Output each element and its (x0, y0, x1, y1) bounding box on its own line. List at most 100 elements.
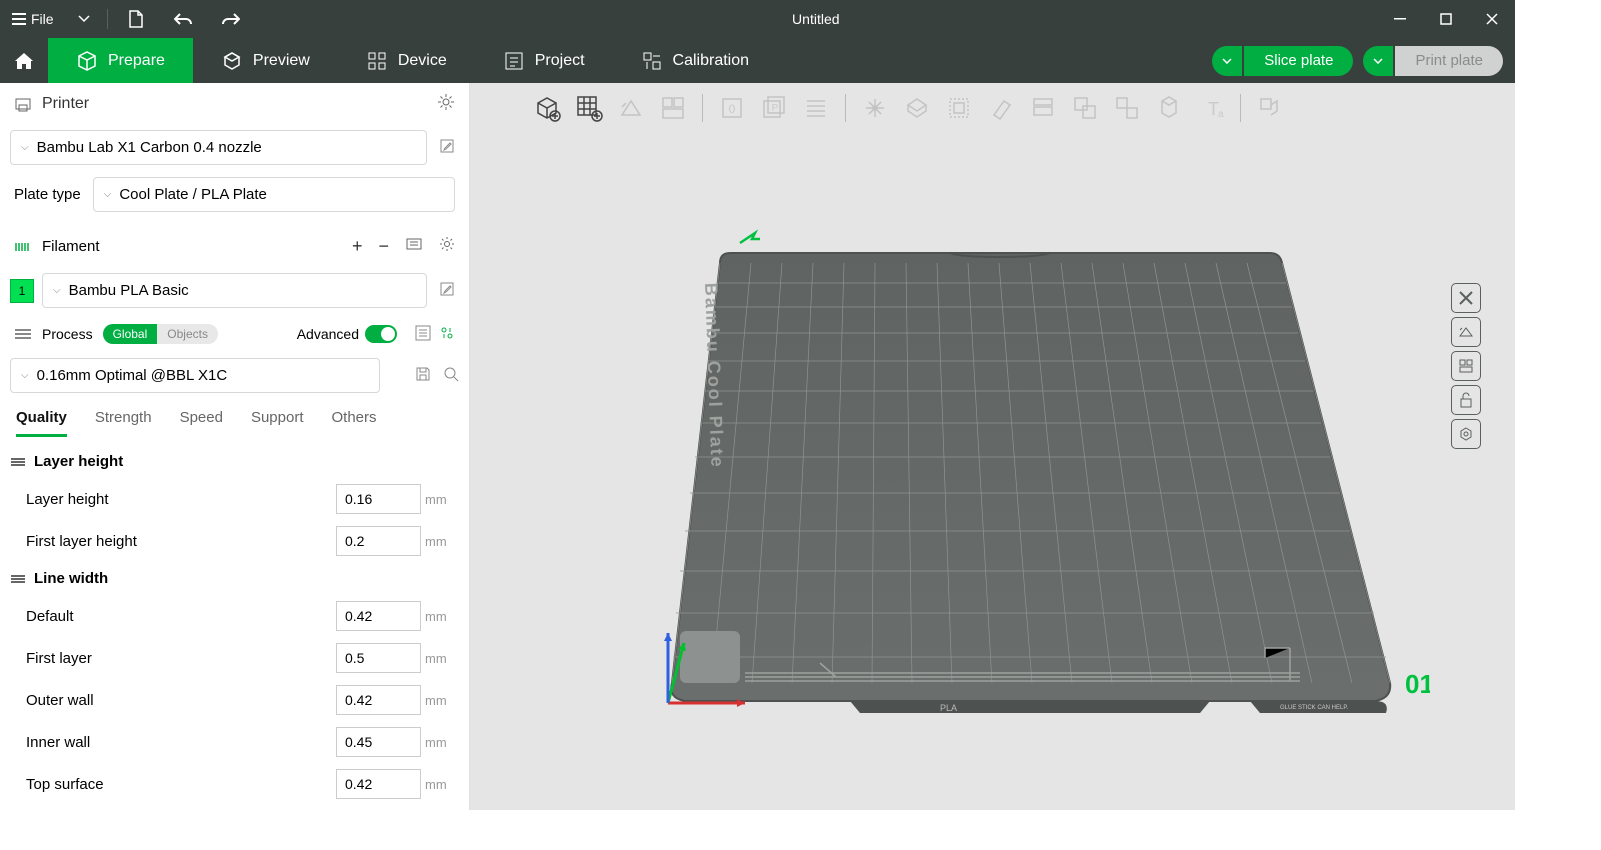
plate-type-label: Plate type (14, 186, 81, 203)
mesh-boolean-button[interactable] (940, 89, 978, 127)
plate-close-button[interactable] (1451, 283, 1481, 313)
scale-button[interactable] (797, 89, 835, 127)
filament-remove-button[interactable]: − (378, 236, 389, 257)
tab-device-label: Device (398, 52, 447, 70)
plate-type-selector[interactable]: ⌵ Cool Plate / PLA Plate (93, 177, 455, 212)
ptab-quality[interactable]: Quality (16, 409, 67, 437)
printer-settings-button[interactable] (437, 93, 455, 114)
device-icon (366, 50, 388, 72)
setting-row: Inner wall mm (0, 721, 469, 763)
global-objects-toggle[interactable]: Global Objects (103, 324, 218, 344)
close-button[interactable] (1469, 0, 1515, 38)
plate-settings-button[interactable] (1451, 419, 1481, 449)
setting-input[interactable] (336, 643, 421, 673)
setting-row: Outer wall mm (0, 679, 469, 721)
assembly-view-button[interactable] (1251, 89, 1289, 127)
prepare-icon (76, 50, 98, 72)
ptab-strength[interactable]: Strength (95, 409, 152, 437)
rotate-button[interactable]: P (755, 89, 793, 127)
add-plate-button[interactable] (570, 89, 608, 127)
slice-dropdown[interactable] (1212, 46, 1242, 76)
svg-text:a: a (1218, 109, 1224, 120)
plate-material-label: PLA (940, 703, 957, 713)
objects-toggle-label: Objects (157, 324, 218, 344)
maximize-button[interactable] (1423, 0, 1469, 38)
setting-group-header[interactable]: Line width (0, 562, 469, 595)
minimize-button[interactable] (1377, 0, 1423, 38)
process-save-button[interactable] (415, 366, 431, 385)
filament-add-button[interactable]: + (352, 236, 363, 257)
redo-button[interactable] (207, 0, 255, 38)
place-on-face-button[interactable] (856, 89, 894, 127)
setting-label: Top surface (26, 776, 336, 793)
setting-input[interactable] (336, 526, 421, 556)
plate-lock-button[interactable] (1451, 385, 1481, 415)
setting-unit: mm (425, 651, 459, 666)
support-paint-button[interactable] (982, 89, 1020, 127)
filament-settings-button[interactable] (439, 236, 455, 257)
file-dropdown[interactable] (66, 0, 102, 38)
slice-button[interactable]: Slice plate (1212, 46, 1353, 76)
tab-preview[interactable]: Preview (193, 38, 338, 83)
settings-scroll[interactable]: Layer heightLayer height mmFirst layer h… (0, 437, 469, 810)
plate-arrange-button[interactable] (1451, 351, 1481, 381)
home-tab[interactable] (0, 38, 48, 83)
undo-button[interactable] (159, 0, 207, 38)
tab-project[interactable]: Project (475, 38, 613, 83)
tab-calibration[interactable]: Calibration (613, 38, 777, 83)
filament-edit-button[interactable] (435, 277, 459, 304)
plate-orient-button[interactable] (1451, 317, 1481, 347)
printer-icon (14, 95, 32, 113)
move-button[interactable]: 0 (713, 89, 751, 127)
ptab-support[interactable]: Support (251, 409, 304, 437)
ptab-speed[interactable]: Speed (180, 409, 223, 437)
assembly-button[interactable]: Ta (1192, 89, 1230, 127)
color-paint-button[interactable] (1066, 89, 1104, 127)
plate-number: 01 (1405, 669, 1430, 699)
process-compare-button[interactable] (439, 325, 455, 344)
filament-color-swatch[interactable]: 1 (10, 279, 34, 303)
hamburger-icon (12, 13, 26, 25)
print-button[interactable]: Print plate (1363, 46, 1503, 76)
file-menu[interactable]: File (0, 0, 66, 38)
chevron-down-icon: ⌵ (21, 142, 29, 153)
printer-edit-button[interactable] (435, 134, 459, 161)
setting-input[interactable] (336, 484, 421, 514)
seam-paint-button[interactable] (1024, 89, 1062, 127)
cut-button[interactable] (898, 89, 936, 127)
setting-row: First layer height mm (0, 520, 469, 562)
process-list-button[interactable] (415, 325, 431, 344)
process-search-button[interactable] (443, 366, 459, 385)
filament-sync-button[interactable] (405, 236, 423, 257)
viewport[interactable]: 0 P Ta (470, 83, 1515, 810)
chevron-down-icon: ⌵ (21, 370, 29, 381)
setting-group-header[interactable]: Layer height (0, 445, 469, 478)
tab-prepare[interactable]: Prepare (48, 38, 193, 83)
new-file-button[interactable] (113, 0, 159, 38)
tab-device[interactable]: Device (338, 38, 475, 83)
viewport-toolbar: 0 P Ta (528, 89, 1289, 127)
setting-input[interactable] (336, 769, 421, 799)
setting-input[interactable] (336, 601, 421, 631)
project-icon (503, 50, 525, 72)
setting-input[interactable] (336, 727, 421, 757)
setting-label: Inner wall (26, 734, 336, 751)
filament-selector[interactable]: ⌵ Bambu PLA Basic (42, 273, 427, 308)
setting-input[interactable] (336, 685, 421, 715)
add-primitive-button[interactable] (528, 89, 566, 127)
auto-orient-button[interactable] (612, 89, 650, 127)
advanced-label: Advanced (297, 326, 359, 342)
printer-selector[interactable]: ⌵ Bambu Lab X1 Carbon 0.4 nozzle (10, 130, 427, 165)
measure-button[interactable] (1150, 89, 1188, 127)
advanced-toggle[interactable] (365, 325, 397, 343)
process-preset-selector[interactable]: ⌵ 0.16mm Optimal @BBL X1C (10, 358, 380, 393)
arrange-button[interactable] (654, 89, 692, 127)
ptab-others[interactable]: Others (332, 409, 377, 437)
text-button[interactable] (1108, 89, 1146, 127)
print-dropdown[interactable] (1363, 46, 1393, 76)
printer-selected: Bambu Lab X1 Carbon 0.4 nozzle (37, 139, 262, 156)
printer-section-header: Printer (0, 83, 469, 124)
tab-calibration-label: Calibration (673, 52, 749, 70)
tab-prepare-label: Prepare (108, 52, 165, 70)
plate-toolbar (1451, 283, 1481, 449)
